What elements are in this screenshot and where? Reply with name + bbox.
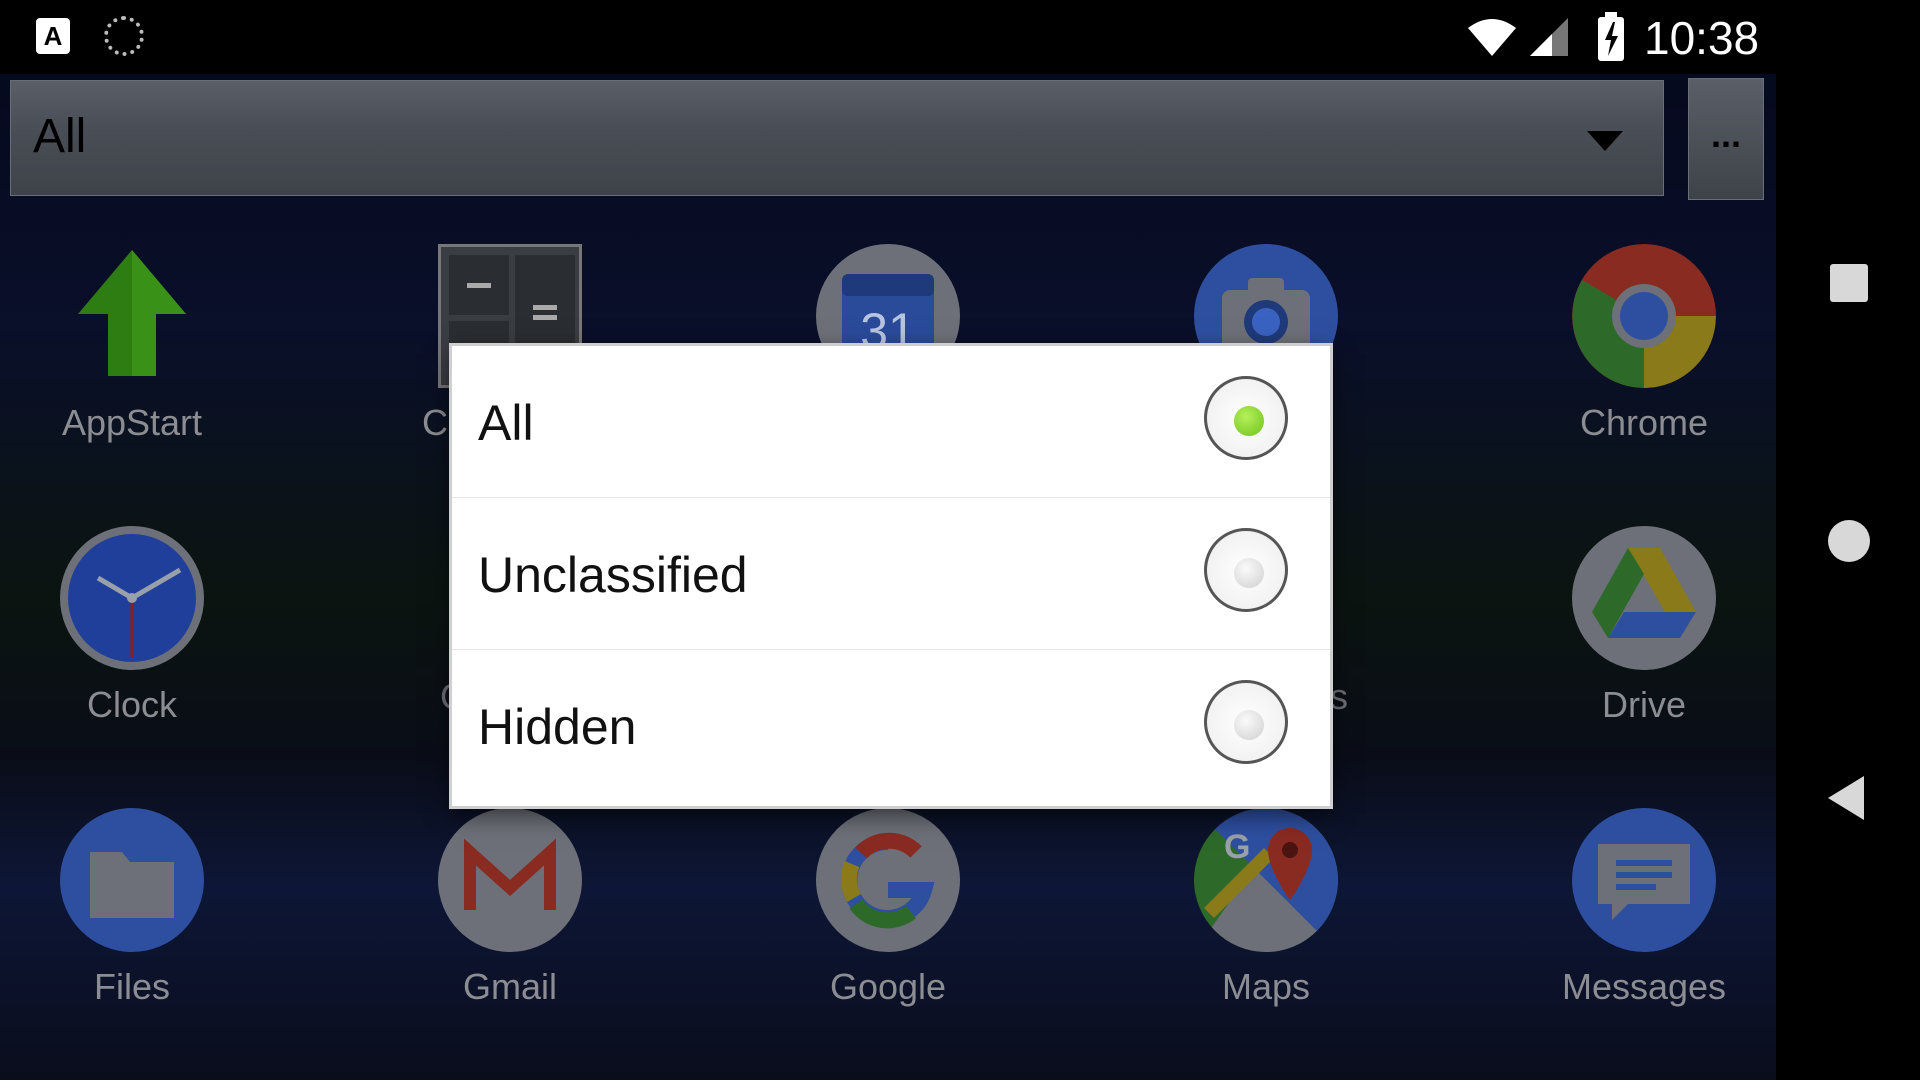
radio-button[interactable] [1204,528,1288,612]
app-label: Files [93,966,170,1007]
option-label: Hidden [478,699,637,755]
navigation-bar [1776,0,1920,1080]
radio-dot [1234,710,1264,740]
dropdown-arrow-icon [1587,131,1623,151]
app-files[interactable]: Files [22,808,242,1008]
option-hidden[interactable]: Hidden [452,650,1330,802]
spinner-selected-value: All [33,110,87,163]
app-label: Maps [1221,966,1311,1007]
app-gmail[interactable]: Gmail [400,808,620,1008]
signal-icon [1530,18,1568,56]
radio-button[interactable] [1204,680,1288,764]
app-label: Chrome [1579,402,1709,443]
home-screen: A 10:38 All ... AppStart C 31 Chrome Clo… [0,0,1776,1080]
app-label: Messages [1561,966,1727,1007]
clock-icon [60,526,204,670]
sync-icon [104,16,144,56]
app-messages[interactable]: Messages [1534,808,1754,1008]
option-unclassified[interactable]: Unclassified [452,498,1330,650]
status-bar: A 10:38 [0,0,1776,74]
option-label: Unclassified [478,547,748,603]
maps-icon: G [1194,808,1338,952]
gmail-icon [438,808,582,952]
home-circle-icon[interactable] [1828,520,1870,562]
clock-time: 10:38 [1644,12,1760,64]
category-spinner[interactable]: All [10,80,1664,196]
app-label: AppStart [61,402,203,443]
radio-dot [1234,406,1264,436]
google-icon [816,808,960,952]
partial-app-label: s [1330,676,1348,717]
wifi-icon [1468,19,1516,56]
green-up-arrow-icon [60,244,204,388]
messages-icon [1572,808,1716,952]
accessibility-a-icon: A [36,18,70,54]
app-google[interactable]: Google [778,808,998,1008]
more-options-button[interactable]: ... [1688,78,1764,200]
app-drive[interactable]: Drive [1534,526,1754,726]
app-clock[interactable]: Clock [22,526,242,726]
app-chrome[interactable]: Chrome [1534,244,1754,444]
app-label: Gmail [462,966,557,1007]
back-triangle-icon[interactable] [1828,776,1864,820]
category-select-dialog: All Unclassified Hidden [452,346,1330,806]
battery-charging-icon [1598,12,1624,61]
radio-button-selected[interactable] [1204,376,1288,460]
app-appstart[interactable]: AppStart [22,244,242,444]
chrome-icon [1572,244,1716,388]
app-maps[interactable]: G Maps [1156,808,1376,1008]
recents-square-icon[interactable] [1830,264,1868,302]
app-label: Drive [1601,684,1686,725]
app-label: Clock [86,684,178,725]
radio-dot [1234,558,1264,588]
drive-icon [1572,526,1716,670]
app-label: Google [829,966,947,1007]
folder-icon [60,808,204,952]
option-label: All [478,395,534,451]
svg-text:G: G [1224,828,1250,866]
option-all[interactable]: All [452,346,1330,498]
